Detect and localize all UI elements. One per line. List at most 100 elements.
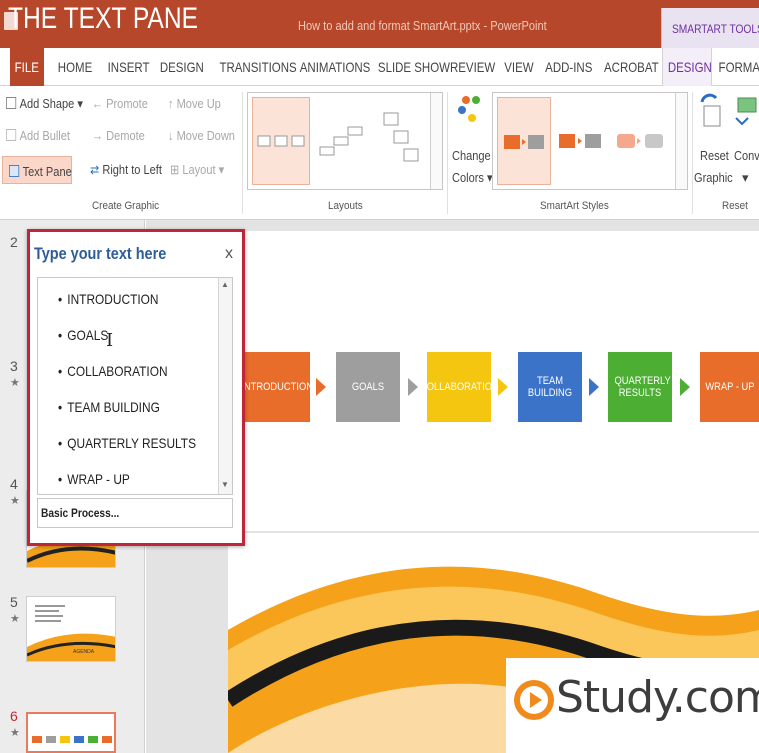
smartart-box-quarterly-results[interactable]: QUARTERLY RESULTS bbox=[608, 352, 672, 422]
list-item[interactable]: TEAM BUILDING bbox=[58, 399, 160, 415]
smartart-thumb-graphic bbox=[32, 736, 112, 743]
text-pane[interactable]: Type your text here x INTRODUCTION GOALS… bbox=[27, 229, 245, 546]
process-arrow-icon bbox=[408, 378, 418, 396]
list-item[interactable]: INTRODUCTION bbox=[58, 291, 158, 307]
smartart-box-team-building[interactable]: TEAM BUILDING bbox=[518, 352, 582, 422]
move-up-button[interactable]: ↑ Move Up bbox=[168, 96, 221, 111]
smartart-box-wrap-up[interactable]: WRAP - UP bbox=[700, 352, 759, 422]
text-pane-button[interactable]: Text Pane bbox=[2, 156, 72, 184]
style-option-2[interactable] bbox=[555, 97, 609, 185]
process-arrow-icon bbox=[316, 378, 326, 396]
group-label-layouts: Layouts bbox=[328, 200, 363, 212]
convert-button[interactable]: Conve ▾ bbox=[732, 92, 759, 192]
list-item[interactable]: WRAP - UP bbox=[58, 471, 130, 487]
smartart-tools-label: SMARTART TOOLS bbox=[672, 22, 759, 36]
tab-slide-show[interactable]: SLIDE SHOW bbox=[370, 48, 450, 86]
move-up-arrow-icon: ↑ bbox=[168, 96, 174, 111]
group-label-reset: Reset bbox=[722, 200, 748, 212]
tab-file[interactable]: FILE bbox=[10, 48, 44, 86]
style-option-1[interactable] bbox=[497, 97, 551, 185]
ribbon: Add Shape ▾ ← Promote ↑ Move Up Add Bull… bbox=[0, 86, 759, 220]
slide-number: 4 bbox=[10, 476, 18, 492]
smartart-tools-header: SMARTART TOOLS bbox=[661, 8, 759, 48]
demote-arrow-icon: → bbox=[92, 128, 104, 143]
slide-wave-graphic bbox=[27, 605, 115, 661]
study-com-watermark: Study.com bbox=[506, 658, 759, 753]
color-palette-icon bbox=[458, 96, 480, 122]
add-shape-icon bbox=[6, 97, 17, 109]
window-title: How to add and format SmartArt.pptx - Po… bbox=[298, 18, 547, 33]
layout-basic-process[interactable] bbox=[252, 97, 310, 185]
tab-transitions[interactable]: TRANSITIONS bbox=[211, 48, 296, 86]
animation-star-icon: ★ bbox=[10, 495, 20, 507]
layout-description-link[interactable]: Basic Process... bbox=[37, 498, 233, 528]
demote-button[interactable]: → Demote bbox=[92, 128, 145, 143]
text-pane-bullet-list[interactable]: INTRODUCTION GOALS COLLABORATION TEAM BU… bbox=[37, 277, 233, 495]
dropdown-arrow-icon: ▾ bbox=[742, 170, 749, 185]
play-logo-icon bbox=[514, 680, 554, 720]
tab-acrobat[interactable]: ACROBAT bbox=[598, 48, 659, 86]
change-colors-button[interactable]: Change Colors ▾ bbox=[452, 92, 493, 192]
layouts-gallery-scrollbar[interactable] bbox=[430, 93, 442, 189]
layout-staircase-process[interactable] bbox=[376, 97, 430, 185]
reset-graphic-button[interactable]: Reset Graphic bbox=[694, 92, 733, 192]
dropdown-arrow-icon: ▾ bbox=[218, 162, 225, 177]
list-item[interactable]: GOALS bbox=[58, 327, 108, 343]
scroll-down-icon[interactable]: ▼ bbox=[221, 480, 229, 489]
group-label-smartart-styles: SmartArt Styles bbox=[540, 200, 609, 212]
animation-star-icon: ★ bbox=[10, 613, 20, 625]
text-pane-scrollbar[interactable]: ▲ ▼ bbox=[218, 278, 232, 494]
smartart-box-collaboration[interactable]: COLLABORATION bbox=[420, 352, 498, 422]
styles-gallery-scrollbar[interactable] bbox=[675, 93, 687, 189]
tab-design[interactable]: DESIGN bbox=[155, 48, 207, 86]
animation-star-icon: ★ bbox=[10, 377, 20, 389]
thumbnail-caption: AGENDA bbox=[73, 649, 95, 655]
move-down-arrow-icon: ↓ bbox=[168, 128, 174, 143]
tab-smartart-format[interactable]: FORMA bbox=[714, 48, 759, 86]
watermark-text: Study.com bbox=[556, 672, 759, 723]
scroll-up-icon[interactable]: ▲ bbox=[221, 280, 229, 289]
promote-arrow-icon: ← bbox=[92, 96, 104, 111]
tab-home[interactable]: HOME bbox=[52, 48, 98, 86]
basic-process-layout-icon bbox=[257, 135, 305, 147]
layout-button[interactable]: ⊞ Layout ▾ bbox=[170, 162, 224, 178]
title-bar: THE TEXT PANE How to add and format Smar… bbox=[0, 0, 759, 48]
smartart-box-introduction[interactable]: INTRODUCTION bbox=[241, 352, 313, 422]
text-cursor-icon: I bbox=[106, 330, 114, 351]
tab-add-ins[interactable]: ADD-INS bbox=[540, 48, 596, 86]
style-thumb-icon bbox=[617, 134, 663, 148]
layout-icon: ⊞ bbox=[170, 162, 180, 177]
style-thumb-icon bbox=[559, 134, 601, 148]
group-label-create-graphic: Create Graphic bbox=[92, 200, 160, 212]
ribbon-tabs: FILE HOME INSERT DESIGN TRANSITIONS ANIM… bbox=[0, 48, 759, 86]
tab-review[interactable]: REVIEW bbox=[445, 48, 499, 86]
add-shape-button[interactable]: Add Shape ▾ bbox=[6, 96, 83, 112]
layout-step-up-process[interactable] bbox=[314, 97, 372, 185]
list-item[interactable]: QUARTERLY RESULTS bbox=[58, 435, 196, 451]
smartart-box-goals[interactable]: GOALS bbox=[336, 352, 400, 422]
right-to-left-icon: ⇄ bbox=[90, 162, 100, 177]
smartart-styles-gallery[interactable] bbox=[492, 92, 688, 190]
slide-thumbnail-5[interactable]: AGENDA bbox=[26, 596, 116, 662]
slide-number: 6 bbox=[10, 708, 18, 724]
tab-smartart-design[interactable]: DESIGN bbox=[662, 48, 712, 86]
layouts-gallery[interactable] bbox=[247, 92, 443, 190]
group-separator bbox=[692, 92, 693, 214]
text-pane-title: Type your text here bbox=[34, 244, 167, 263]
slide-number: 2 bbox=[10, 234, 18, 250]
slide-number: 5 bbox=[10, 594, 18, 610]
list-item[interactable]: COLLABORATION bbox=[58, 363, 167, 379]
right-to-left-button[interactable]: ⇄ Right to Left bbox=[90, 162, 162, 178]
move-down-button[interactable]: ↓ Move Down bbox=[168, 128, 235, 143]
process-arrow-icon bbox=[680, 378, 690, 396]
tab-insert[interactable]: INSERT bbox=[103, 48, 150, 86]
animation-star-icon: ★ bbox=[10, 727, 20, 739]
add-bullet-button[interactable]: Add Bullet bbox=[6, 128, 70, 143]
promote-button[interactable]: ← Promote bbox=[92, 96, 148, 111]
video-overlay-title: THE TEXT PANE bbox=[8, 2, 199, 35]
slide-thumbnail-6-selected[interactable] bbox=[26, 712, 116, 753]
tab-view[interactable]: VIEW bbox=[500, 48, 538, 86]
tab-animations[interactable]: ANIMATIONS bbox=[292, 48, 371, 86]
close-icon[interactable]: x bbox=[225, 245, 233, 263]
style-option-3[interactable] bbox=[613, 97, 669, 185]
